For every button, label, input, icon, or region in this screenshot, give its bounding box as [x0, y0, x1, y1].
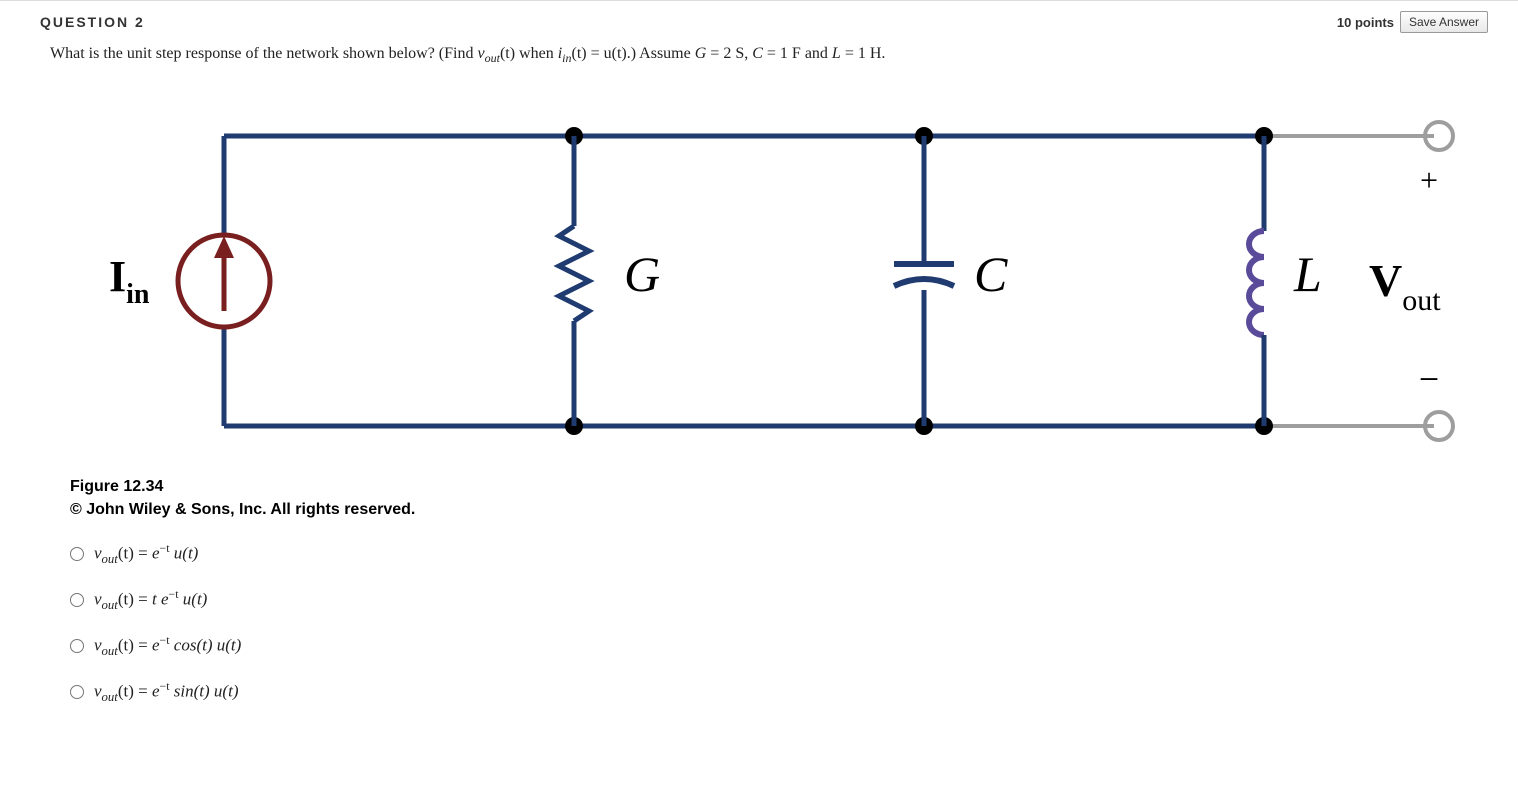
label-C: C: [974, 246, 1008, 302]
label-iin: I: [109, 252, 126, 301]
prompt-C: C: [752, 45, 763, 62]
svg-text:Vout: Vout: [1369, 255, 1441, 317]
answer-text-3: vout(t) = e−t cos(t) u(t): [94, 633, 241, 659]
answer-text-1: vout(t) = e−t u(t): [94, 541, 198, 567]
answer-option-2[interactable]: vout(t) = t e−t u(t): [70, 587, 1488, 613]
prompt-eq2: = 1 F and: [763, 45, 832, 62]
prompt-text-3: (t) = u(t).) Assume: [572, 45, 695, 62]
label-V: V: [1369, 255, 1402, 306]
answer-option-4[interactable]: vout(t) = e−t sin(t) u(t): [70, 679, 1488, 705]
figure-number: Figure 12.34: [70, 476, 1488, 498]
prompt-L: L: [832, 45, 841, 62]
circuit-diagram: Iin G C L Vout + −: [40, 86, 1488, 466]
prompt-eq1: = 2 S,: [706, 45, 752, 62]
figure-copyright: © John Wiley & Sons, Inc. All rights res…: [70, 499, 1488, 521]
points-label: 10 points: [1337, 15, 1394, 30]
question-header: QUESTION 2 10 points Save Answer: [40, 11, 1488, 33]
figure-caption: Figure 12.34 © John Wiley & Sons, Inc. A…: [70, 476, 1488, 521]
svg-text:Iin: Iin: [109, 252, 150, 310]
label-L: L: [1293, 246, 1322, 302]
answer-text-4: vout(t) = e−t sin(t) u(t): [94, 679, 238, 705]
question-prompt: What is the unit step response of the ne…: [50, 45, 1488, 66]
label-plus: +: [1420, 162, 1438, 198]
prompt-text-1: What is the unit step response of the ne…: [50, 45, 477, 62]
prompt-eq3: = 1 H.: [841, 45, 886, 62]
answer-radio-3[interactable]: [70, 639, 84, 653]
question-number-label: QUESTION 2: [40, 14, 145, 30]
label-minus: −: [1419, 359, 1439, 399]
prompt-text-2: (t) when: [500, 45, 558, 62]
answer-radio-4[interactable]: [70, 685, 84, 699]
label-vout-sub: out: [1402, 284, 1441, 317]
answer-option-3[interactable]: vout(t) = e−t cos(t) u(t): [70, 633, 1488, 659]
label-iin-sub: in: [126, 279, 150, 310]
prompt-G: G: [695, 45, 707, 62]
question-container: QUESTION 2 10 points Save Answer What is…: [0, 0, 1518, 745]
save-answer-button[interactable]: Save Answer: [1400, 11, 1488, 33]
answer-list: vout(t) = e−t u(t) vout(t) = t e−t u(t) …: [70, 541, 1488, 705]
answer-radio-2[interactable]: [70, 593, 84, 607]
prompt-vout-sub: out: [485, 51, 500, 65]
prompt-vout-v: v: [477, 45, 484, 62]
label-G: G: [624, 246, 660, 302]
header-right: 10 points Save Answer: [1337, 11, 1488, 33]
prompt-iin-sub: in: [562, 51, 571, 65]
answer-option-1[interactable]: vout(t) = e−t u(t): [70, 541, 1488, 567]
answer-radio-1[interactable]: [70, 547, 84, 561]
answer-text-2: vout(t) = t e−t u(t): [94, 587, 207, 613]
